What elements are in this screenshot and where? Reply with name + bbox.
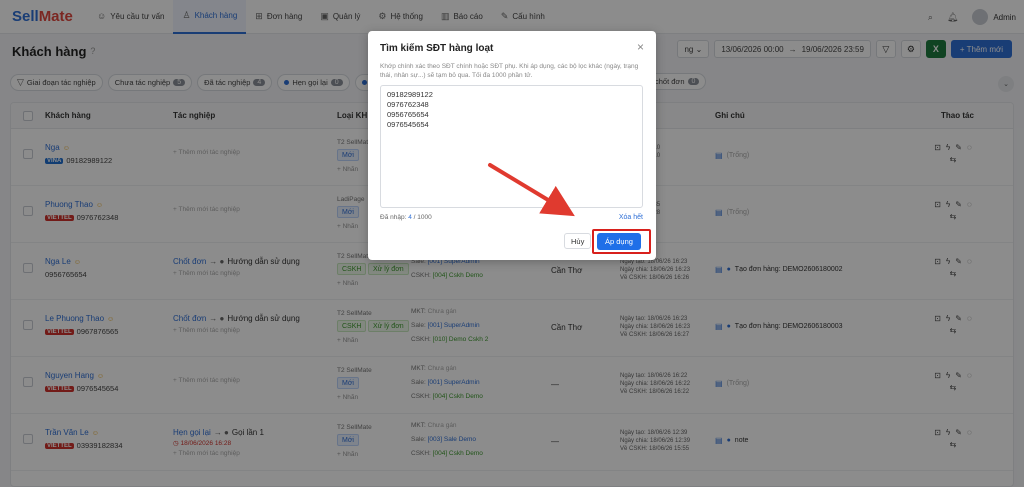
annotation-arrow: [488, 163, 575, 217]
